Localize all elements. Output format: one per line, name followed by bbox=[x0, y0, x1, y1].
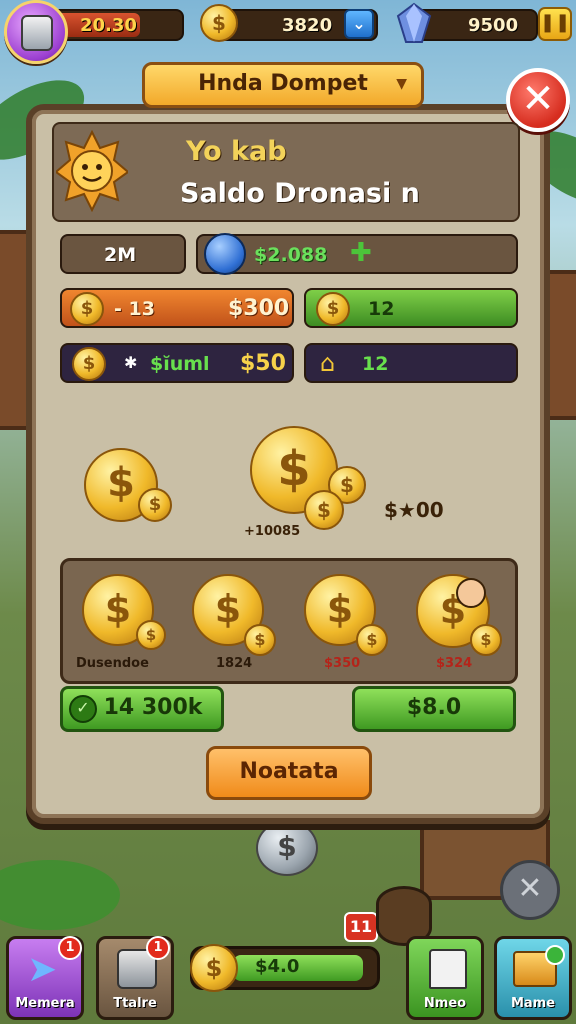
nav-nmeo-button[interactable]: Nmeo bbox=[406, 936, 484, 1020]
coins-value: 3820 bbox=[282, 15, 333, 36]
coin-package-2-caption: 1824 bbox=[216, 656, 253, 671]
dialog-title: Hnda Dompet bbox=[198, 71, 368, 96]
small-coin-icon: $ bbox=[356, 624, 388, 656]
primary-action-button[interactable]: Noatata bbox=[206, 746, 372, 800]
coin-package-1-caption: Dusendoe bbox=[76, 656, 149, 671]
gems-value: 9500 bbox=[468, 15, 519, 36]
bottom-coin-value: $4.0 bbox=[255, 956, 300, 977]
coin-icon: $ bbox=[316, 292, 350, 326]
blue-gem-coin-icon bbox=[204, 233, 246, 275]
close-icon: ✕ bbox=[521, 76, 555, 122]
summary-left-cell: 2M bbox=[60, 234, 186, 274]
energy-value: 20.30 bbox=[80, 15, 137, 36]
coins-dropdown-button[interactable]: ⌄ bbox=[344, 9, 374, 39]
notification-badge: 1 bbox=[58, 936, 82, 960]
row2-label: $ĭuml bbox=[150, 353, 210, 375]
coin-package-4-caption: $324 bbox=[436, 656, 473, 671]
row1-right-cell[interactable]: $ 12 bbox=[304, 288, 518, 328]
row2-left-cell[interactable]: $ ✱ $ĭuml $50 bbox=[60, 343, 294, 383]
tool-icon[interactable]: ✕ bbox=[500, 860, 560, 920]
notification-badge: 1 bbox=[146, 936, 170, 960]
buy-300k-label: 14 300k bbox=[103, 695, 203, 720]
pause-icon: ❚❚ bbox=[540, 12, 571, 33]
avatar-icon bbox=[21, 15, 53, 51]
small-coin-icon: $ bbox=[304, 490, 344, 530]
row1-left-value: $300 bbox=[228, 296, 290, 321]
pause-button[interactable]: ❚❚ bbox=[538, 7, 572, 41]
row2-right-cell[interactable]: ⌂ 12 bbox=[304, 343, 518, 383]
bush bbox=[0, 860, 120, 930]
nav-mame-button[interactable]: Mame bbox=[494, 936, 572, 1020]
sun-emblem-icon bbox=[54, 129, 130, 213]
home-icon bbox=[429, 949, 467, 989]
rocket-icon: ➤ bbox=[27, 949, 58, 990]
coin-icon: $ bbox=[72, 347, 106, 381]
buy-300k-button[interactable]: ✓ 14 300k bbox=[60, 686, 224, 732]
nav-nmeo-label: Nmeo bbox=[423, 996, 467, 1011]
header-name: Yo kab bbox=[186, 136, 287, 167]
header-subtitle: Saldo Dronasi n bbox=[180, 178, 420, 209]
character-avatar-icon bbox=[456, 578, 486, 608]
small-coin-icon: $ bbox=[136, 620, 166, 650]
center-coin-caption: +10085 bbox=[244, 524, 301, 539]
check-icon bbox=[545, 945, 565, 965]
row1-left-cell[interactable]: $ - 13 $300 bbox=[60, 288, 294, 328]
right-coin-value: $★00 bbox=[384, 498, 444, 522]
row1-left-label: - 13 bbox=[114, 298, 155, 320]
house-icon: ⌂ bbox=[320, 349, 336, 377]
nav-mame-label: Mame bbox=[510, 996, 556, 1011]
wooden-crate bbox=[420, 820, 550, 900]
notification-count-badge: 11 bbox=[344, 912, 378, 942]
row2-value: $50 bbox=[240, 351, 286, 376]
chevron-down-icon: ▼ bbox=[396, 76, 407, 92]
shield-icon: ✓ bbox=[69, 695, 97, 723]
clover-icon: ✚ bbox=[350, 238, 372, 268]
nav-memera-label: Memera bbox=[15, 996, 75, 1011]
summary-right-cell: $2.088 ✚ bbox=[196, 233, 518, 275]
small-coin-icon: $ bbox=[138, 488, 172, 522]
row2-right-value: 12 bbox=[362, 353, 389, 375]
top-bar: 20.30 3820 $ ⌄ 9500 ❚❚ bbox=[0, 0, 576, 64]
dialog-title-banner[interactable]: Hnda Dompet ▼ bbox=[142, 62, 424, 108]
summary-left-value: 2M bbox=[104, 244, 137, 266]
summary-mid-value: $2.088 bbox=[254, 244, 328, 266]
row1-right-value: 12 bbox=[368, 298, 395, 320]
nav-ttalre-label: Ttalre bbox=[113, 996, 157, 1011]
small-coin-icon: $ bbox=[470, 624, 502, 656]
small-coin-icon: $ bbox=[244, 624, 276, 656]
silver-coin-decor: $ bbox=[256, 820, 318, 876]
coin-package-3-caption: $350 bbox=[324, 656, 361, 671]
coin-icon: $ bbox=[200, 4, 238, 42]
buy-price-button[interactable]: $8.0 bbox=[352, 686, 516, 732]
chevron-down-icon: ⌄ bbox=[352, 14, 366, 33]
coin-icon: $ bbox=[70, 292, 104, 326]
primary-action-label: Noatata bbox=[239, 759, 339, 784]
buy-price-label: $8.0 bbox=[406, 695, 462, 720]
sparkle-icon: ✱ bbox=[124, 353, 138, 372]
player-avatar[interactable] bbox=[4, 0, 68, 64]
coin-icon: $ bbox=[190, 944, 238, 992]
gem-icon bbox=[394, 2, 434, 46]
